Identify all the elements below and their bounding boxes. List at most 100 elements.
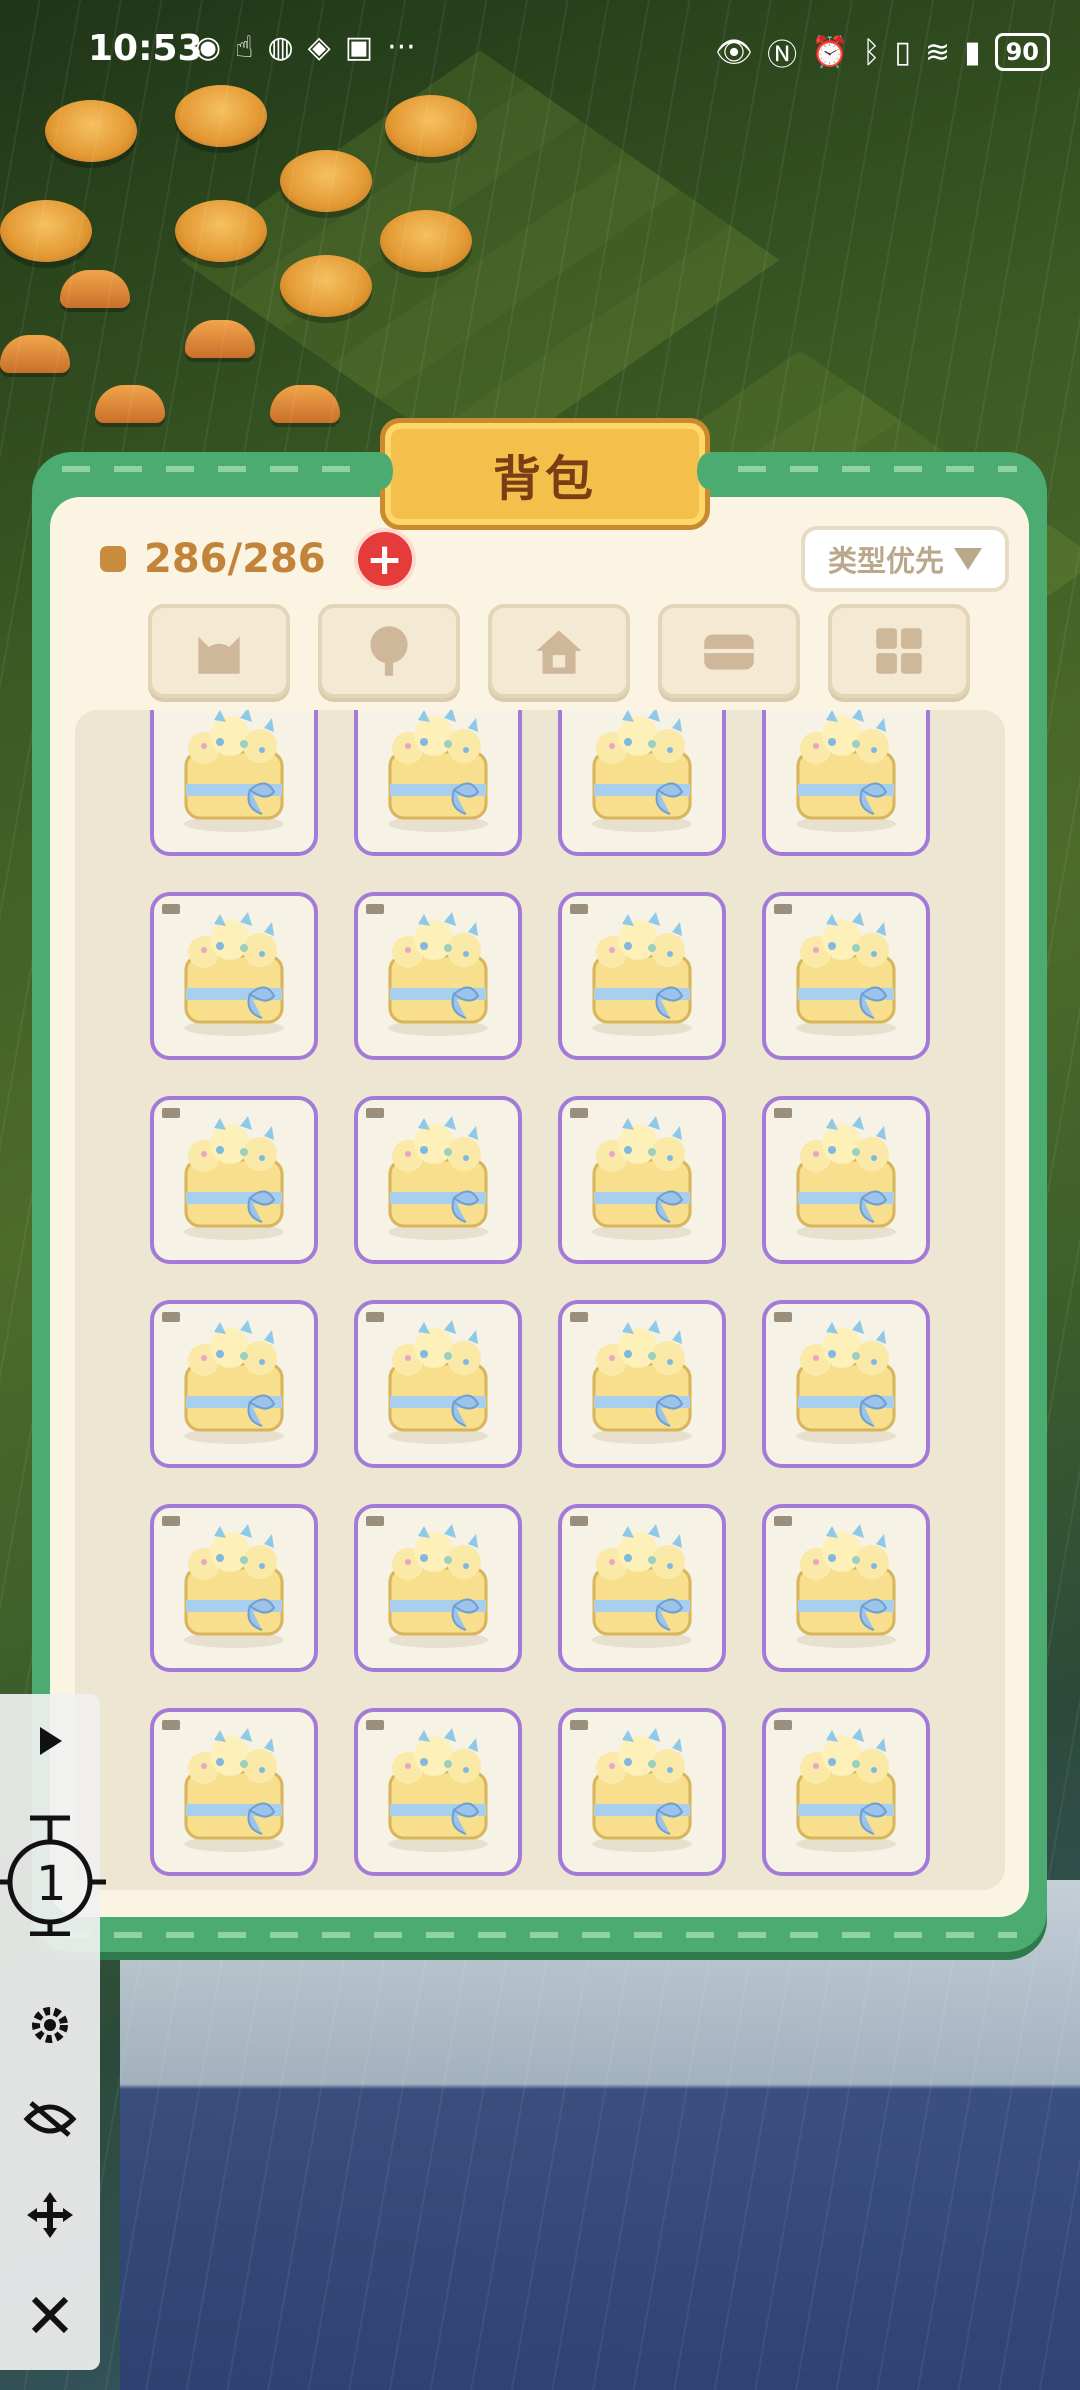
cake-box-icon: [796, 710, 896, 832]
inventory-item[interactable]: [762, 1708, 930, 1876]
notification-icons: ◉ ☝ ◍ ◈ ▣ ···: [195, 30, 416, 65]
expand-capacity-button[interactable]: +: [353, 528, 416, 590]
chest-icon: [704, 634, 754, 670]
alarm-icon: ⏰: [811, 34, 849, 70]
tab-buildings[interactable]: [488, 604, 630, 698]
inventory-item[interactable]: [150, 1300, 318, 1468]
panel-title-tab: 背包: [371, 418, 719, 530]
cake-box-icon: [796, 1116, 896, 1240]
inventory-item[interactable]: [558, 710, 726, 856]
inventory-item[interactable]: [558, 1708, 726, 1876]
status-bar: 10:53 ◉ ☝ ◍ ◈ ▣ ··· 👁 Ⓝ ⏰ ᛒ ▯ ≋ ▮ 90: [0, 0, 1080, 104]
cake-box-icon: [184, 1524, 284, 1648]
play-button[interactable]: [0, 1706, 100, 1776]
category-filter-tabs: [148, 604, 970, 698]
more-icon: ···: [387, 30, 416, 65]
inventory-item[interactable]: [558, 892, 726, 1060]
cake-box-icon: [184, 1728, 284, 1852]
inventory-item[interactable]: [762, 892, 930, 1060]
cake-box-icon: [592, 1524, 692, 1648]
tree-icon: [370, 626, 408, 676]
nfc-icon: Ⓝ: [767, 38, 798, 73]
inventory-item[interactable]: [762, 1504, 930, 1672]
cake-box-icon: [388, 912, 488, 1036]
settings-icon: [32, 2007, 68, 2043]
chevron-down-icon: [954, 548, 982, 570]
cake-box-icon: [796, 912, 896, 1036]
inventory-item[interactable]: [150, 1708, 318, 1876]
bluetooth-icon: ᛒ: [862, 34, 881, 70]
hide-icon: [23, 2101, 77, 2137]
sort-label: 类型优先: [827, 544, 944, 578]
cake-box-icon: [796, 1524, 896, 1648]
grid-icon: [876, 628, 922, 674]
cake-box-icon: [184, 912, 284, 1036]
move-icon: [27, 2192, 73, 2238]
touch-icon: ☝: [235, 30, 254, 65]
tab-treasure[interactable]: [658, 604, 800, 698]
cake-box-icon: [592, 710, 692, 832]
wifi-icon: ≋: [924, 34, 951, 70]
inventory-scroll-area[interactable]: [75, 710, 1005, 1890]
cake-box-icon: [388, 710, 488, 832]
move-button[interactable]: [0, 2180, 100, 2250]
panel-title: 背包: [492, 451, 597, 507]
cake-box-icon: [796, 1320, 896, 1444]
plus-icon: +: [366, 533, 404, 585]
clock: 10:53: [88, 28, 203, 69]
inventory-item[interactable]: [762, 710, 930, 856]
hide-button[interactable]: [0, 2084, 100, 2154]
close-button[interactable]: [0, 2280, 100, 2350]
inventory-item[interactable]: [354, 1708, 522, 1876]
vibrate-icon: ▯: [894, 34, 911, 70]
tap-counter[interactable]: 1: [0, 1812, 106, 1936]
floating-control-bar: [0, 1694, 100, 2370]
cake-box-icon: [592, 1728, 692, 1852]
counter-value: 1: [36, 1856, 67, 1912]
sort-dropdown[interactable]: 类型优先: [801, 526, 1009, 592]
system-icons: 👁 Ⓝ ⏰ ᛒ ▯ ≋ ▮ 90: [715, 30, 1050, 74]
inventory-item[interactable]: [558, 1096, 726, 1264]
inventory-item[interactable]: [558, 1300, 726, 1468]
inventory-grid: [150, 710, 930, 1876]
tab-plants[interactable]: [318, 604, 460, 698]
cake-box-icon: [184, 1116, 284, 1240]
capacity-icon: [100, 546, 126, 572]
cake-box-icon: [796, 1728, 896, 1852]
cake-box-icon: [592, 912, 692, 1036]
inventory-item[interactable]: [762, 1300, 930, 1468]
cake-box-icon: [592, 1116, 692, 1240]
settings-button[interactable]: [0, 1990, 100, 2060]
wechat-icon: ◍: [267, 30, 294, 65]
inventory-item[interactable]: [354, 710, 522, 856]
vpn-icon: ◈: [307, 30, 331, 65]
tab-all[interactable]: [828, 604, 970, 698]
cake-box-icon: [184, 1320, 284, 1444]
cake-box-icon: [592, 1320, 692, 1444]
cake-box-icon: [388, 1320, 488, 1444]
inventory-item[interactable]: [150, 1504, 318, 1672]
panel-border-decoration: [62, 1932, 1017, 1938]
close-icon: [31, 2296, 69, 2334]
inventory-item[interactable]: [150, 710, 318, 856]
inventory-item[interactable]: [354, 1300, 522, 1468]
huawei-icon: ▣: [344, 30, 374, 65]
house-icon: [536, 630, 582, 674]
inventory-item[interactable]: [762, 1096, 930, 1264]
inventory-item[interactable]: [354, 1504, 522, 1672]
inventory-item[interactable]: [354, 892, 522, 1060]
inventory-item[interactable]: [558, 1504, 726, 1672]
inventory-item[interactable]: [150, 1096, 318, 1264]
eye-icon: 👁: [714, 34, 754, 70]
capacity-count: 286/286: [144, 536, 326, 582]
cake-box-icon: [388, 1116, 488, 1240]
play-icon: [40, 1727, 62, 1755]
capacity-display: 286/286 +: [100, 528, 416, 590]
inventory-item[interactable]: [150, 892, 318, 1060]
signal-4g-icon: ▮: [964, 34, 981, 70]
battery-icon: 90: [994, 33, 1050, 71]
tab-pets[interactable]: [148, 604, 290, 698]
inventory-item[interactable]: [354, 1096, 522, 1264]
cake-box-icon: [184, 710, 284, 832]
weibo-icon: ◉: [195, 30, 222, 65]
